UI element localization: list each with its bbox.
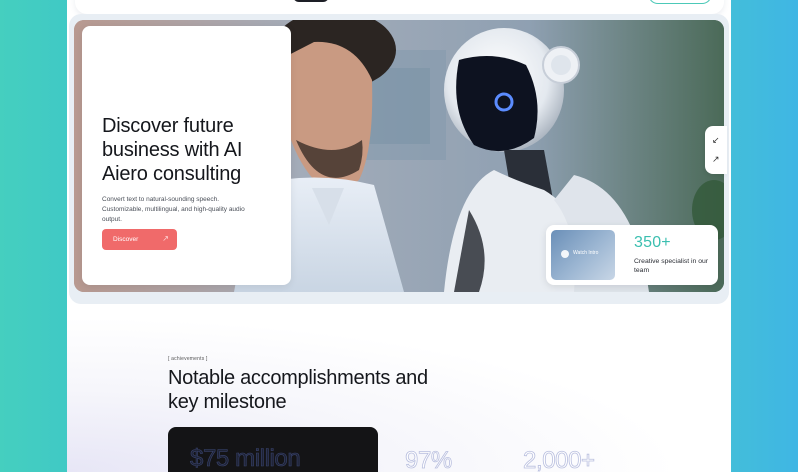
team-stat-card: Watch Intro 350+ Creative specialist in … [546, 225, 718, 285]
hero-banner: Discover future business with AI Aiero c… [74, 20, 724, 292]
hero-title: Discover future business with AI Aiero c… [102, 115, 243, 185]
satisfaction-value: 97% [405, 447, 453, 472]
play-icon[interactable] [561, 250, 569, 258]
nav-dark-button[interactable] [293, 0, 329, 2]
revenue-card: $75 million [168, 427, 378, 472]
top-navigation-bar [75, 0, 724, 14]
hero-subtitle: Convert text to natural-sounding speech.… [102, 196, 245, 223]
nav-outline-button[interactable] [648, 0, 712, 4]
specialist-count: 350+ [634, 234, 671, 251]
expand-arrow-icon[interactable]: ↗ [712, 154, 720, 165]
hero-section: Discover future business with AI Aiero c… [69, 14, 729, 304]
landing-page: Discover future business with AI Aiero c… [67, 0, 731, 472]
side-controls: ↙ ↗ [705, 126, 727, 174]
achievements-title: Notable accomplishments and key mileston… [168, 367, 428, 413]
specialist-caption: Creative specialist in our team [634, 258, 709, 274]
watch-intro-label: Watch Intro [573, 250, 599, 256]
collapse-arrow-icon[interactable]: ↙ [712, 135, 720, 146]
achievements-tag: [ achievements ] [168, 356, 208, 362]
clients-value: 2,000+ [523, 447, 596, 472]
intro-video-thumbnail[interactable]: Watch Intro [551, 230, 615, 280]
revenue-value: $75 million [190, 445, 301, 472]
discover-button-label: Discover [113, 236, 139, 243]
discover-button[interactable]: Discover ↗ [102, 229, 177, 250]
arrow-up-right-icon: ↗ [162, 234, 169, 243]
hero-card: Discover future business with AI Aiero c… [82, 26, 291, 285]
